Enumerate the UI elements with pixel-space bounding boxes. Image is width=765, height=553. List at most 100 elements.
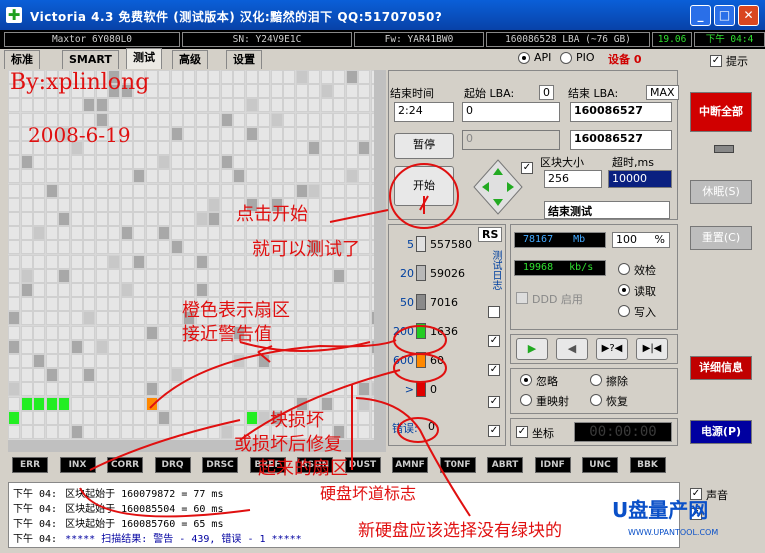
sector-block	[358, 197, 370, 212]
sector-block	[170, 283, 183, 297]
tab-standard[interactable]: 标准	[4, 50, 40, 69]
reset-button[interactable]: 重置(C)	[690, 226, 752, 250]
end-time-input[interactable]: 2:24	[394, 102, 454, 122]
legend-checkbox-200[interactable]: ✓	[488, 335, 500, 347]
sector-block	[345, 155, 358, 170]
sector-block	[333, 354, 345, 368]
block-checkbox[interactable]: ✓	[521, 162, 533, 174]
sector-block	[8, 339, 20, 354]
sector-block	[208, 354, 220, 368]
sector-block	[133, 425, 145, 439]
timeout-select[interactable]: 10000	[608, 170, 672, 188]
sector-block	[70, 226, 83, 241]
close-button[interactable]: ✕	[738, 5, 759, 26]
end-icon[interactable]: ▶|◀	[636, 338, 668, 360]
pause-button[interactable]: 暂停	[394, 133, 454, 159]
rewind-icon[interactable]: ◀	[556, 338, 588, 360]
grid-vscroll[interactable]	[374, 70, 386, 440]
minimize-button[interactable]: _	[690, 5, 711, 26]
legend-checkbox-50[interactable]	[488, 306, 500, 318]
api-radio[interactable]	[518, 52, 530, 64]
sector-block	[208, 183, 220, 198]
sector-block	[333, 382, 345, 397]
sector-block	[120, 325, 133, 340]
tab-settings[interactable]: 设置	[226, 50, 262, 69]
end-lba-max[interactable]: MAX	[646, 85, 679, 100]
ddd-checkbox[interactable]	[516, 292, 528, 304]
sector-block	[70, 98, 83, 113]
sector-block	[133, 169, 145, 184]
sector-block	[333, 112, 345, 127]
sector-block	[170, 254, 183, 269]
sector-block	[183, 197, 195, 212]
sector-block	[170, 368, 183, 383]
sector-block	[133, 311, 145, 326]
sector-block	[233, 410, 245, 425]
remap-radio[interactable]	[520, 394, 532, 406]
sector-block	[308, 155, 320, 170]
details-button[interactable]: 详细信息	[690, 356, 752, 380]
sector-block	[8, 396, 20, 411]
sector-block	[258, 410, 270, 425]
sector-block	[45, 396, 58, 411]
device-label: 设备 0	[608, 53, 642, 66]
rs-button[interactable]: RS	[478, 227, 503, 242]
sector-block	[145, 268, 158, 283]
sector-block	[170, 141, 183, 155]
sector-block	[158, 283, 170, 297]
restore-radio[interactable]	[590, 394, 602, 406]
sector-block	[20, 339, 33, 354]
sector-block	[158, 240, 170, 255]
sector-block	[170, 240, 183, 255]
sector-block	[195, 141, 208, 155]
sleep-button[interactable]: 休眠(S)	[690, 180, 752, 204]
sector-block	[295, 268, 308, 283]
tab-smart[interactable]: SMART	[62, 50, 119, 69]
end-action-select[interactable]: 结束测试	[544, 201, 670, 219]
sector-block	[33, 425, 45, 439]
sector-block	[145, 311, 158, 326]
start-button[interactable]: 开始	[394, 166, 454, 206]
legend-checkbox-error[interactable]: ✓	[488, 425, 500, 437]
pio-radio[interactable]	[560, 52, 572, 64]
play-icon[interactable]: ▶	[516, 338, 548, 360]
start-lba-reset[interactable]: 0	[539, 85, 554, 100]
tab-advanced[interactable]: 高级	[172, 50, 208, 69]
sector-block	[58, 410, 70, 425]
tab-test[interactable]: 测试	[126, 48, 162, 69]
legend-swatch	[416, 265, 426, 281]
maximize-button[interactable]: □	[714, 5, 735, 26]
status-flag-dust: DUST	[344, 457, 381, 473]
start-lba-input[interactable]: 0	[462, 102, 560, 122]
sector-block	[208, 112, 220, 127]
erase-radio[interactable]	[590, 374, 602, 386]
annotation-date: 2008-6-19	[28, 123, 131, 147]
break-all-button[interactable]: 中断全部	[690, 92, 752, 132]
coord-checkbox[interactable]: ✓	[516, 426, 528, 438]
block-size-select[interactable]: 256	[544, 170, 602, 188]
sector-block	[320, 311, 333, 326]
legend-checkbox-600[interactable]: ✓	[488, 364, 500, 376]
sector-block	[333, 70, 345, 84]
legend-checkbox-over[interactable]: ✓	[488, 396, 500, 408]
verify-radio[interactable]	[618, 263, 630, 275]
sector-block	[295, 126, 308, 141]
write-radio[interactable]	[618, 305, 630, 317]
legend-ms: >	[404, 383, 414, 396]
status-flag-unc: UNC	[582, 457, 618, 473]
ignore-radio[interactable]	[520, 374, 532, 386]
write-label: 写入	[634, 306, 656, 319]
sector-block	[345, 84, 358, 99]
sector-block	[358, 382, 370, 397]
sector-block	[120, 339, 133, 354]
power-button[interactable]: 电源(P)	[690, 420, 752, 444]
sector-block	[158, 141, 170, 155]
sector-block	[258, 70, 270, 84]
read-radio[interactable]	[618, 284, 630, 296]
end-lba-input[interactable]: 160086527	[570, 102, 672, 122]
direction-pad[interactable]	[472, 158, 524, 216]
sector-block	[20, 226, 33, 241]
seek-icon[interactable]: ▶?◀	[596, 338, 628, 360]
hint-checkbox[interactable]: ✓	[710, 55, 722, 67]
sector-block	[195, 382, 208, 397]
